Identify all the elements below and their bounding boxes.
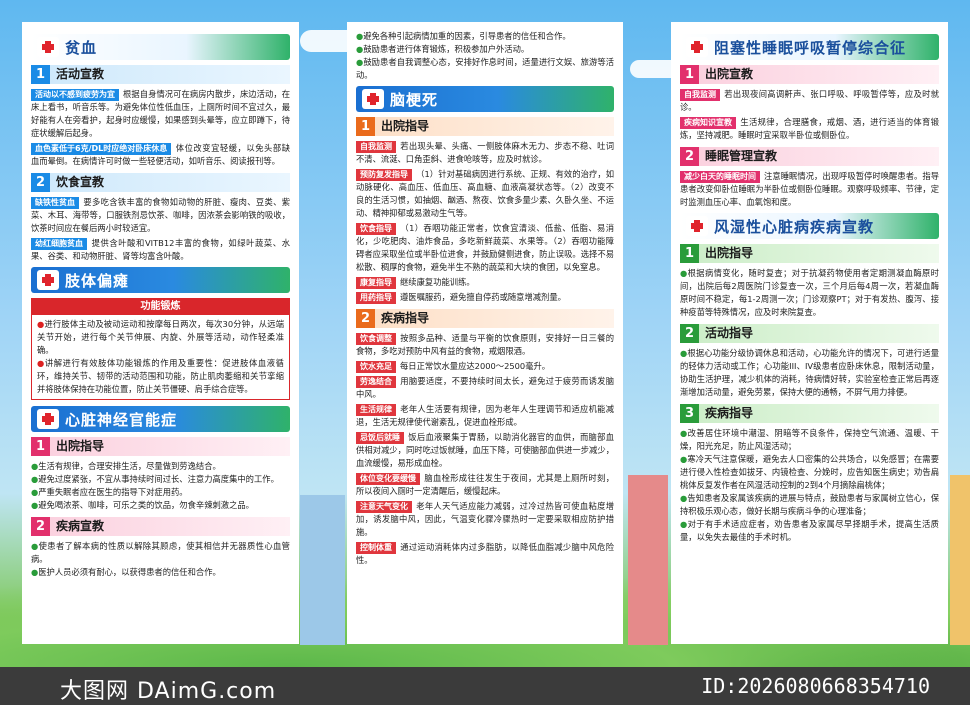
panel-left: 贫血 1 活动宣教 活动以不感到疲劳为宜 根据自身情况可在病房内散步，床边活动，在… — [22, 22, 299, 644]
list-item: ●使患者了解本病的性质以解除其顾虑，使其相信并无器质性心血管病。 — [31, 541, 290, 564]
text-block: 康复指导 继续康复功能训练。 — [356, 276, 614, 289]
text-block: 生活规律 老年人生活要有规律，因为老年人生理调节和适应机能减退，生活无规律使代谢紊… — [356, 404, 614, 427]
exercise-box: 功能锻炼 ●进行肢体主动及被动运动和按摩每日两次，每次30分钟，从远端关节开始，… — [31, 298, 290, 400]
medical-cross-icon — [37, 270, 59, 290]
text-block: 饮食调整 按照多品种、适量与平衡的饮食原则，安排好一日三餐的食物，多吃对预防中风有… — [356, 333, 614, 356]
watermark-footer: 大图网 DAimG.com ID:2026080668354710 — [0, 667, 970, 705]
building — [300, 495, 345, 645]
list-item: ●进行肢体主动及被动运动和按摩每日两次，每次30分钟，从远端关节开始，进行每个关… — [37, 319, 285, 355]
list-item: ●鼓励患者自我调整心态，安排好作息时间，适量进行文娱、旅游等活动。 — [356, 57, 614, 80]
text-block: 饮水充足 每日正常饮水量应达2000～2500毫升。 — [356, 360, 614, 373]
list-item: ●对于有手术适应症者，劝告患者及家属尽早择期手术，提高生活质量，以免失去最佳的手… — [680, 519, 939, 542]
panel-right: 阻塞性睡眠呼吸暂停综合征 1 出院宣教 自我监测 若出现夜间高调鼾声、张口呼吸、呼… — [671, 22, 948, 644]
list-item: ●避免各种引起病情加重的因素，引导患者的信任和合作。 — [356, 31, 571, 41]
subsection-disease: 2 疾病指导 — [356, 309, 614, 328]
text-block: 自我监测 若出现头晕、头痛、一侧肢体麻木无力、步态不稳、吐词不清、流涎、口角歪斜、… — [356, 141, 614, 164]
section-anemia-title: 贫血 — [31, 34, 290, 60]
list-item: ●告知患者及家属该疾病的进展与特点，鼓励患者与家属树立信心，保持积极乐观心态，做… — [680, 493, 939, 516]
section-infarction-title: 脑梗死 — [356, 86, 614, 112]
text-block: 注意天气变化 老年人天气适应能力减弱，过冷过热皆可使血粘度增加，诱发脑中风，因此，… — [356, 501, 614, 537]
text-block: 体位变化要缓慢 脑血栓形成往往发生于夜间，尤其是上厕所时刻，所以夜间入厕时一定清醒… — [356, 473, 614, 496]
list-item: ●改善居住环境中潮湿、阴暗等不良条件，保持空气流通、温暖、干燥，阳光充足，防止风… — [680, 428, 939, 451]
medical-cross-icon — [362, 89, 384, 109]
text-block: 减少白天的睡眠时间 注意睡眠情况，出现呼吸暂停时唤醒患者。指导患者改变仰卧位睡眠为… — [680, 171, 939, 207]
section-paralysis-title: 肢体偏瘫 — [31, 267, 290, 293]
list-item: ●严重失眠者应在医生的指导下对症用药。 — [31, 487, 188, 497]
list-item: ●寒冷天气注意保暖，避免去人口密集的公共场合，以免感冒；在需要进行侵入性检查如拔… — [680, 454, 939, 490]
medical-cross-icon — [686, 216, 708, 236]
text-block: 缺铁性贫血 要多吃含铁丰富的食物如动物的肝脏、瘦肉、豆类、紫菜、木耳、海带等，口服… — [31, 197, 290, 233]
text-block: 疾病知识宣教 生活规律，合理膳食，戒烟、酒，进行适当的体育锻炼，坚持减肥。睡眠时宜… — [680, 117, 939, 140]
subsection-activity: 1 活动宣教 — [31, 65, 290, 84]
subsection-discharge: 1 出院指导 — [680, 244, 939, 263]
watermark-id: ID:2026080668354710 — [701, 674, 930, 698]
text-block: 用药指导 遵医嘱服药，避免擅自停药或随意增减剂量。 — [356, 291, 614, 304]
watermark-site: 大图网 DAimG.com — [60, 679, 277, 704]
text-block: 幼红细胞贫血 提供含叶酸和VITB12丰富的食物，如绿叶蔬菜、水果、谷类、和动物肝… — [31, 238, 290, 261]
subsection-disease: 2 疾病宣教 — [31, 517, 290, 536]
list-item: ●避免过度紧张，不宜从事持续时间过长、注意力高度集中的工作。 — [31, 474, 279, 484]
list-item: ●根据心功能分级协调休息和活动，心功能允许的情况下，可进行适量的轻体力活动或工作… — [680, 348, 939, 397]
section-rheumatic-title: 风湿性心脏病疾病宣教 — [680, 213, 939, 239]
subsection-discharge: 1 出院指导 — [356, 117, 614, 136]
medical-cross-icon — [37, 409, 59, 429]
building — [628, 475, 668, 645]
medical-cross-icon — [686, 37, 708, 57]
subsection-sleep: 2 睡眠管理宣教 — [680, 147, 939, 166]
section-cardioneurosis-title: 心脏神经官能症 — [31, 406, 290, 432]
text-block: 活动以不感到疲劳为宜 根据自身情况可在病房内散步，床边活动，在床上看书，听音乐等。… — [31, 89, 290, 138]
subsection-disease: 3 疾病指导 — [680, 404, 939, 423]
subsection-discharge: 1 出院宣教 — [680, 65, 939, 84]
text-block: 忌饭后就睡 饭后血液聚集于胃肠，以助消化器官的血供，而脑部血供相对减少，同时吃过饭… — [356, 432, 614, 468]
text-block: 自我监测 若出现夜间高调鼾声、张口呼吸、呼吸暂停等，应及时就诊。 — [680, 89, 939, 112]
panel-middle: ●避免各种引起病情加重的因素，引导患者的信任和合作。 ●鼓励患者进行体育锻炼，积… — [347, 22, 623, 644]
subsection-diet: 2 饮食宣教 — [31, 173, 290, 192]
list-item: ●讲解进行有效肢体功能锻炼的作用及重要性：促进肢体血液循环，维持关节、韧带的活动… — [37, 358, 284, 394]
subsection-discharge: 1 出院指导 — [31, 437, 290, 456]
list-item: ●根据病情变化，随时复查；对于抗凝药物使用者定期测凝血酶原时间，出院后每2周医院… — [680, 268, 939, 317]
section-apnea-title: 阻塞性睡眠呼吸暂停综合征 — [680, 34, 939, 60]
text-block: 控制体重 通过运动消耗体内过多脂肪，以降低血脂减少脑中风危险性。 — [356, 542, 614, 565]
list-item: ●生活有规律，合理安排生活，尽量做到劳逸结合。 — [31, 461, 221, 471]
text-block: 预防复发指导 （1）针对基础病因进行系统、正规、有效的治疗，如动脉硬化、高血压、低… — [356, 169, 614, 218]
list-item: ●医护人员必须有耐心，以获得患者的信任和合作。 — [31, 567, 221, 577]
building — [950, 475, 970, 645]
text-block: 饮食指导 （1）吞咽功能正常者，饮食宜清淡、低盐、低脂、易消化，少吃肥肉、油炸食品… — [356, 223, 614, 272]
text-block: 血色素低于6克/DL时应绝对卧床休息 体位改变宜轻缓，以免头部缺血而晕倒。在病情许… — [31, 143, 290, 166]
list-item: ●鼓励患者进行体育锻炼，积极参加户外活动。 — [356, 44, 530, 54]
medical-cross-icon — [37, 37, 59, 57]
list-item: ●避免喝浓茶、咖啡，可乐之类的饮品，勿食辛辣刺激之品。 — [31, 500, 254, 510]
text-block: 劳逸结合 用脑要适度，不要持续时间太长，避免过于疲劳而诱发脑中风。 — [356, 376, 614, 399]
subsection-activity: 2 活动指导 — [680, 324, 939, 343]
